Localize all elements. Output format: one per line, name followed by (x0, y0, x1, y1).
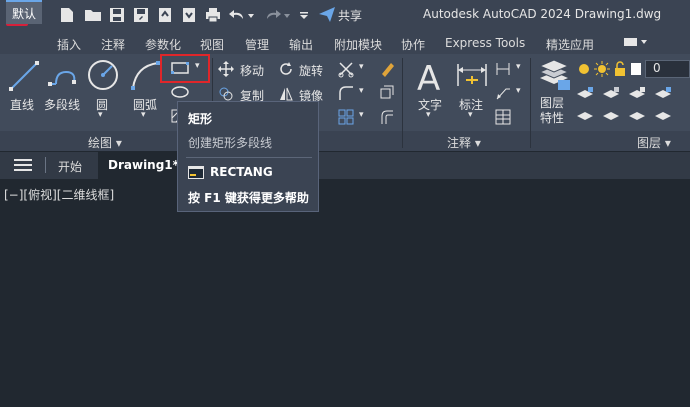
undo-dropdown-icon[interactable] (246, 6, 256, 24)
layer-properties-label[interactable]: 图层 特性 (540, 96, 564, 126)
rectangle-tooltip: 矩形 创建矩形多段线 RECTANG 按 F1 键获得更多帮助 (177, 101, 319, 212)
redo-dropdown-icon[interactable] (282, 6, 292, 24)
leader-dropdown-icon[interactable]: ▾ (516, 86, 521, 96)
linear-dimension-dropdown-icon[interactable]: ▾ (516, 62, 521, 72)
text-dropdown-icon[interactable]: ▾ (426, 110, 431, 120)
layer-tool-4-icon[interactable] (654, 86, 672, 100)
polyline-tool-label[interactable]: 多段线 (44, 96, 80, 113)
menu-icon[interactable] (14, 158, 32, 172)
trim-dropdown-icon[interactable]: ▾ (359, 62, 364, 72)
layer-tool-3-icon[interactable] (628, 86, 646, 100)
offset-icon[interactable] (378, 108, 396, 126)
tooltip-help: 按 F1 键获得更多帮助 (188, 191, 309, 205)
tab-parametric[interactable]: 参数化 (145, 36, 181, 53)
share-label[interactable]: 共享 (338, 7, 362, 24)
layer-tool-1-icon[interactable] (576, 86, 594, 100)
tab-view[interactable]: 视图 (200, 36, 224, 53)
annotation-panel-divider (530, 58, 531, 148)
tab-annotate[interactable]: 注释 (101, 36, 125, 53)
share-send-icon[interactable] (318, 6, 336, 24)
line-tool-label[interactable]: 直线 (10, 96, 34, 113)
layer-color-swatch-icon[interactable] (630, 61, 642, 77)
modify-panel-divider (402, 58, 403, 148)
tab-collaborate[interactable]: 协作 (401, 36, 425, 53)
layers-panel-label[interactable]: 图层 ▾ (637, 134, 671, 151)
plot-icon[interactable] (204, 6, 222, 24)
array-dropdown-icon[interactable]: ▾ (359, 110, 364, 120)
save-as-icon[interactable] (132, 6, 150, 24)
circle-tool-icon[interactable] (86, 58, 120, 92)
tab-addins[interactable]: 附加模块 (334, 36, 382, 53)
file-tab-separator (45, 157, 46, 173)
title-bar: A 共享 Autodesk AutoCAD 2024 Drawing1.dwg (0, 0, 690, 30)
ribbon-display-toggle-icon[interactable] (622, 35, 650, 49)
command-line-icon (188, 166, 204, 179)
dimension-dropdown-icon[interactable]: ▾ (468, 110, 473, 120)
drawing-canvas[interactable] (0, 179, 690, 407)
tab-insert[interactable]: 插入 (57, 36, 81, 53)
mirror-icon[interactable] (278, 86, 294, 102)
rotate-icon[interactable] (278, 61, 294, 77)
tab-manage[interactable]: 管理 (245, 36, 269, 53)
open-folder-icon[interactable] (84, 6, 102, 24)
text-tool-icon[interactable]: A (414, 58, 446, 94)
polyline-tool-icon[interactable] (46, 58, 82, 94)
layer-visible-icon[interactable] (576, 61, 592, 77)
leader-icon[interactable] (494, 84, 512, 102)
dimension-tool-icon[interactable] (454, 58, 490, 94)
table-icon[interactable] (494, 108, 512, 126)
undo-icon[interactable] (228, 6, 246, 24)
tab-output[interactable]: 输出 (289, 36, 313, 53)
layer-tool-2-icon[interactable] (602, 86, 620, 100)
layer-tool-8-icon[interactable] (654, 108, 672, 122)
move-icon[interactable] (218, 61, 234, 77)
copy-icon[interactable] (218, 86, 234, 102)
tab-default[interactable]: 默认 (6, 0, 43, 24)
file-tab-start[interactable]: 开始 (58, 158, 82, 175)
save-icon[interactable] (108, 6, 126, 24)
layer-lock-icon[interactable] (612, 61, 628, 77)
line-tool-icon[interactable] (6, 58, 42, 94)
fillet-icon[interactable] (337, 84, 355, 102)
trim-icon[interactable] (337, 60, 355, 78)
move-label[interactable]: 移动 (240, 62, 264, 79)
layer-properties-icon[interactable] (536, 58, 572, 94)
new-file-icon[interactable] (58, 6, 76, 24)
tab-express-tools[interactable]: Express Tools (445, 36, 525, 50)
erase-icon[interactable] (378, 60, 396, 78)
customize-toolbar-icon[interactable] (298, 6, 310, 24)
tooltip-command: RECTANG (210, 165, 273, 179)
explode-icon[interactable] (378, 84, 396, 102)
fillet-dropdown-icon[interactable]: ▾ (359, 86, 364, 96)
annotation-panel-label[interactable]: 注释 ▾ (447, 134, 481, 151)
layer-tool-5-icon[interactable] (576, 108, 594, 122)
circle-dropdown-icon[interactable]: ▾ (98, 110, 103, 120)
layer-tool-6-icon[interactable] (602, 108, 620, 122)
array-icon[interactable] (337, 108, 355, 126)
layer-dropdown[interactable] (645, 60, 690, 78)
svg-text:A: A (417, 59, 440, 94)
layer-tool-7-icon[interactable] (628, 108, 646, 122)
tooltip-title: 矩形 (188, 112, 213, 126)
rotate-label[interactable]: 旋转 (299, 62, 323, 79)
arc-tool-icon[interactable] (128, 58, 164, 94)
tooltip-description: 创建矩形多段线 (188, 136, 273, 150)
window-title: Autodesk AutoCAD 2024 Drawing1.dwg (423, 7, 662, 21)
draw-panel-label[interactable]: 绘图 ▾ (88, 134, 122, 151)
layer-freeze-icon[interactable] (594, 61, 610, 77)
rectangle-tool-highlight (160, 54, 210, 83)
viewport-controls[interactable]: [−][俯视][二维线框] (4, 186, 114, 203)
web-mobile-icon[interactable] (156, 6, 174, 24)
redo-icon[interactable] (264, 6, 282, 24)
tooltip-divider (186, 157, 312, 158)
layer-name: 0 (653, 61, 661, 75)
ellipse-tool-icon[interactable] (170, 84, 190, 100)
linear-dimension-icon[interactable] (494, 60, 512, 78)
arc-dropdown-icon[interactable]: ▾ (141, 110, 146, 120)
web-save-icon[interactable] (180, 6, 198, 24)
tab-featured-apps[interactable]: 精选应用 (546, 36, 594, 53)
